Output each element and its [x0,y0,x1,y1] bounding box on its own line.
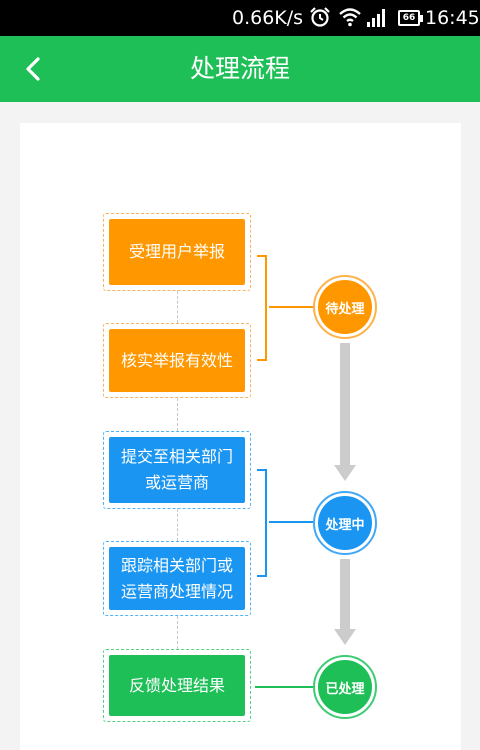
step-label-line: 提交至相关部门 [120,447,233,466]
flow-step-submit-department: 提交至相关部门 或运营商 [103,431,251,509]
step-connector [177,616,178,649]
page-title: 处理流程 [189,54,290,83]
back-button[interactable] [18,52,52,86]
status-label: 待处理 [318,280,372,334]
step-connector [177,291,178,323]
wifi-icon [339,8,361,27]
clock: 16:45 [425,7,480,29]
step-connector [177,509,178,541]
step-connector [177,398,178,431]
step-label: 受理用户举报 [128,242,225,261]
step-label: 反馈处理结果 [128,675,225,695]
battery-icon: 66 [398,10,423,26]
flow-card: 受理用户举报 核实举报有效性 提交至相关部门 或运营商 跟踪相关部门或 运营商处… [20,123,461,750]
chevron-left-icon [26,57,40,81]
flow-step-feedback-result: 反馈处理结果 [103,649,251,722]
step-label-line: 运营商处理情况 [120,581,233,601]
bracket-pending [257,255,267,361]
status-label: 已处理 [318,660,372,714]
network-speed: 0.66K/s [232,7,304,29]
arrow-down-icon [334,559,356,645]
status-label: 处理中 [318,496,372,550]
status-done: 已处理 [313,655,377,719]
step-label: 核实举报有效性 [120,350,233,370]
status-bar: 0.66K/s 66 16:45 [0,0,480,36]
flow-step-accept-report: 受理用户举报 [103,213,251,291]
connector-done [255,686,313,688]
arrow-down-icon [334,343,356,481]
step-label-line: 或运营商 [144,473,209,492]
signal-icon [367,9,385,27]
bracket-processing [257,469,267,577]
alarm-icon [310,7,330,27]
status-processing: 处理中 [313,491,377,555]
title-bar: 处理流程 [0,36,480,102]
connector-processing [269,521,313,523]
step-label-line: 跟踪相关部门或 [120,555,233,575]
flow-step-track-progress: 跟踪相关部门或 运营商处理情况 [103,541,251,616]
connector-pending [269,306,313,308]
status-pending: 待处理 [313,275,377,339]
flow-step-verify-report: 核实举报有效性 [103,323,251,398]
